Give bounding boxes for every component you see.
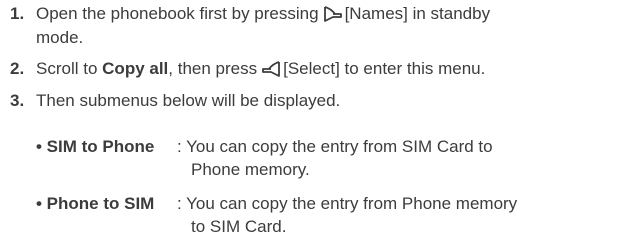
submenu-term: • Phone to SIM bbox=[36, 194, 155, 213]
step-1-continued: mode. bbox=[10, 26, 83, 50]
submenu-description-line2: to SIM Card. bbox=[191, 217, 287, 236]
submenu-sim-to-phone: • SIM to Phone : You can copy the entry … bbox=[36, 135, 636, 183]
left-soft-key-icon bbox=[323, 5, 343, 30]
menu-name-copy-all: Copy all bbox=[102, 59, 169, 78]
step-1-text-before: Open the phonebook first by pressing bbox=[36, 4, 319, 23]
instruction-page: 1. Open the phonebook first by pressing [N… bbox=[0, 0, 644, 249]
submenu-phone-to-sim: • Phone to SIM : You can copy the entry … bbox=[36, 192, 636, 240]
step-3: 3. Then submenus below will be displayed. bbox=[10, 89, 340, 113]
step-2-text-middle: , then press bbox=[168, 59, 258, 78]
submenu-description: : You can copy the entry from Phone memo… bbox=[177, 194, 518, 213]
step-1-text-after: [Names] in standby bbox=[344, 4, 491, 23]
step-2-text-before: Scroll to bbox=[36, 59, 98, 78]
step-number: 3. bbox=[10, 91, 25, 110]
submenu-description: : You can copy the entry from SIM Card t… bbox=[177, 137, 493, 156]
right-soft-key-icon bbox=[261, 60, 281, 85]
step-2: 2. Scroll to Copy all, then press [Select]… bbox=[10, 57, 485, 85]
step-number: 1. bbox=[10, 4, 25, 23]
step-1-text-line2: mode. bbox=[36, 28, 84, 47]
submenu-term: • SIM to Phone bbox=[36, 137, 155, 156]
step-3-text: Then submenus below will be displayed. bbox=[36, 91, 341, 110]
submenu-description-line2: Phone memory. bbox=[191, 160, 310, 179]
step-number: 2. bbox=[10, 59, 25, 78]
step-2-text-after: [Select] to enter this menu. bbox=[283, 59, 486, 78]
